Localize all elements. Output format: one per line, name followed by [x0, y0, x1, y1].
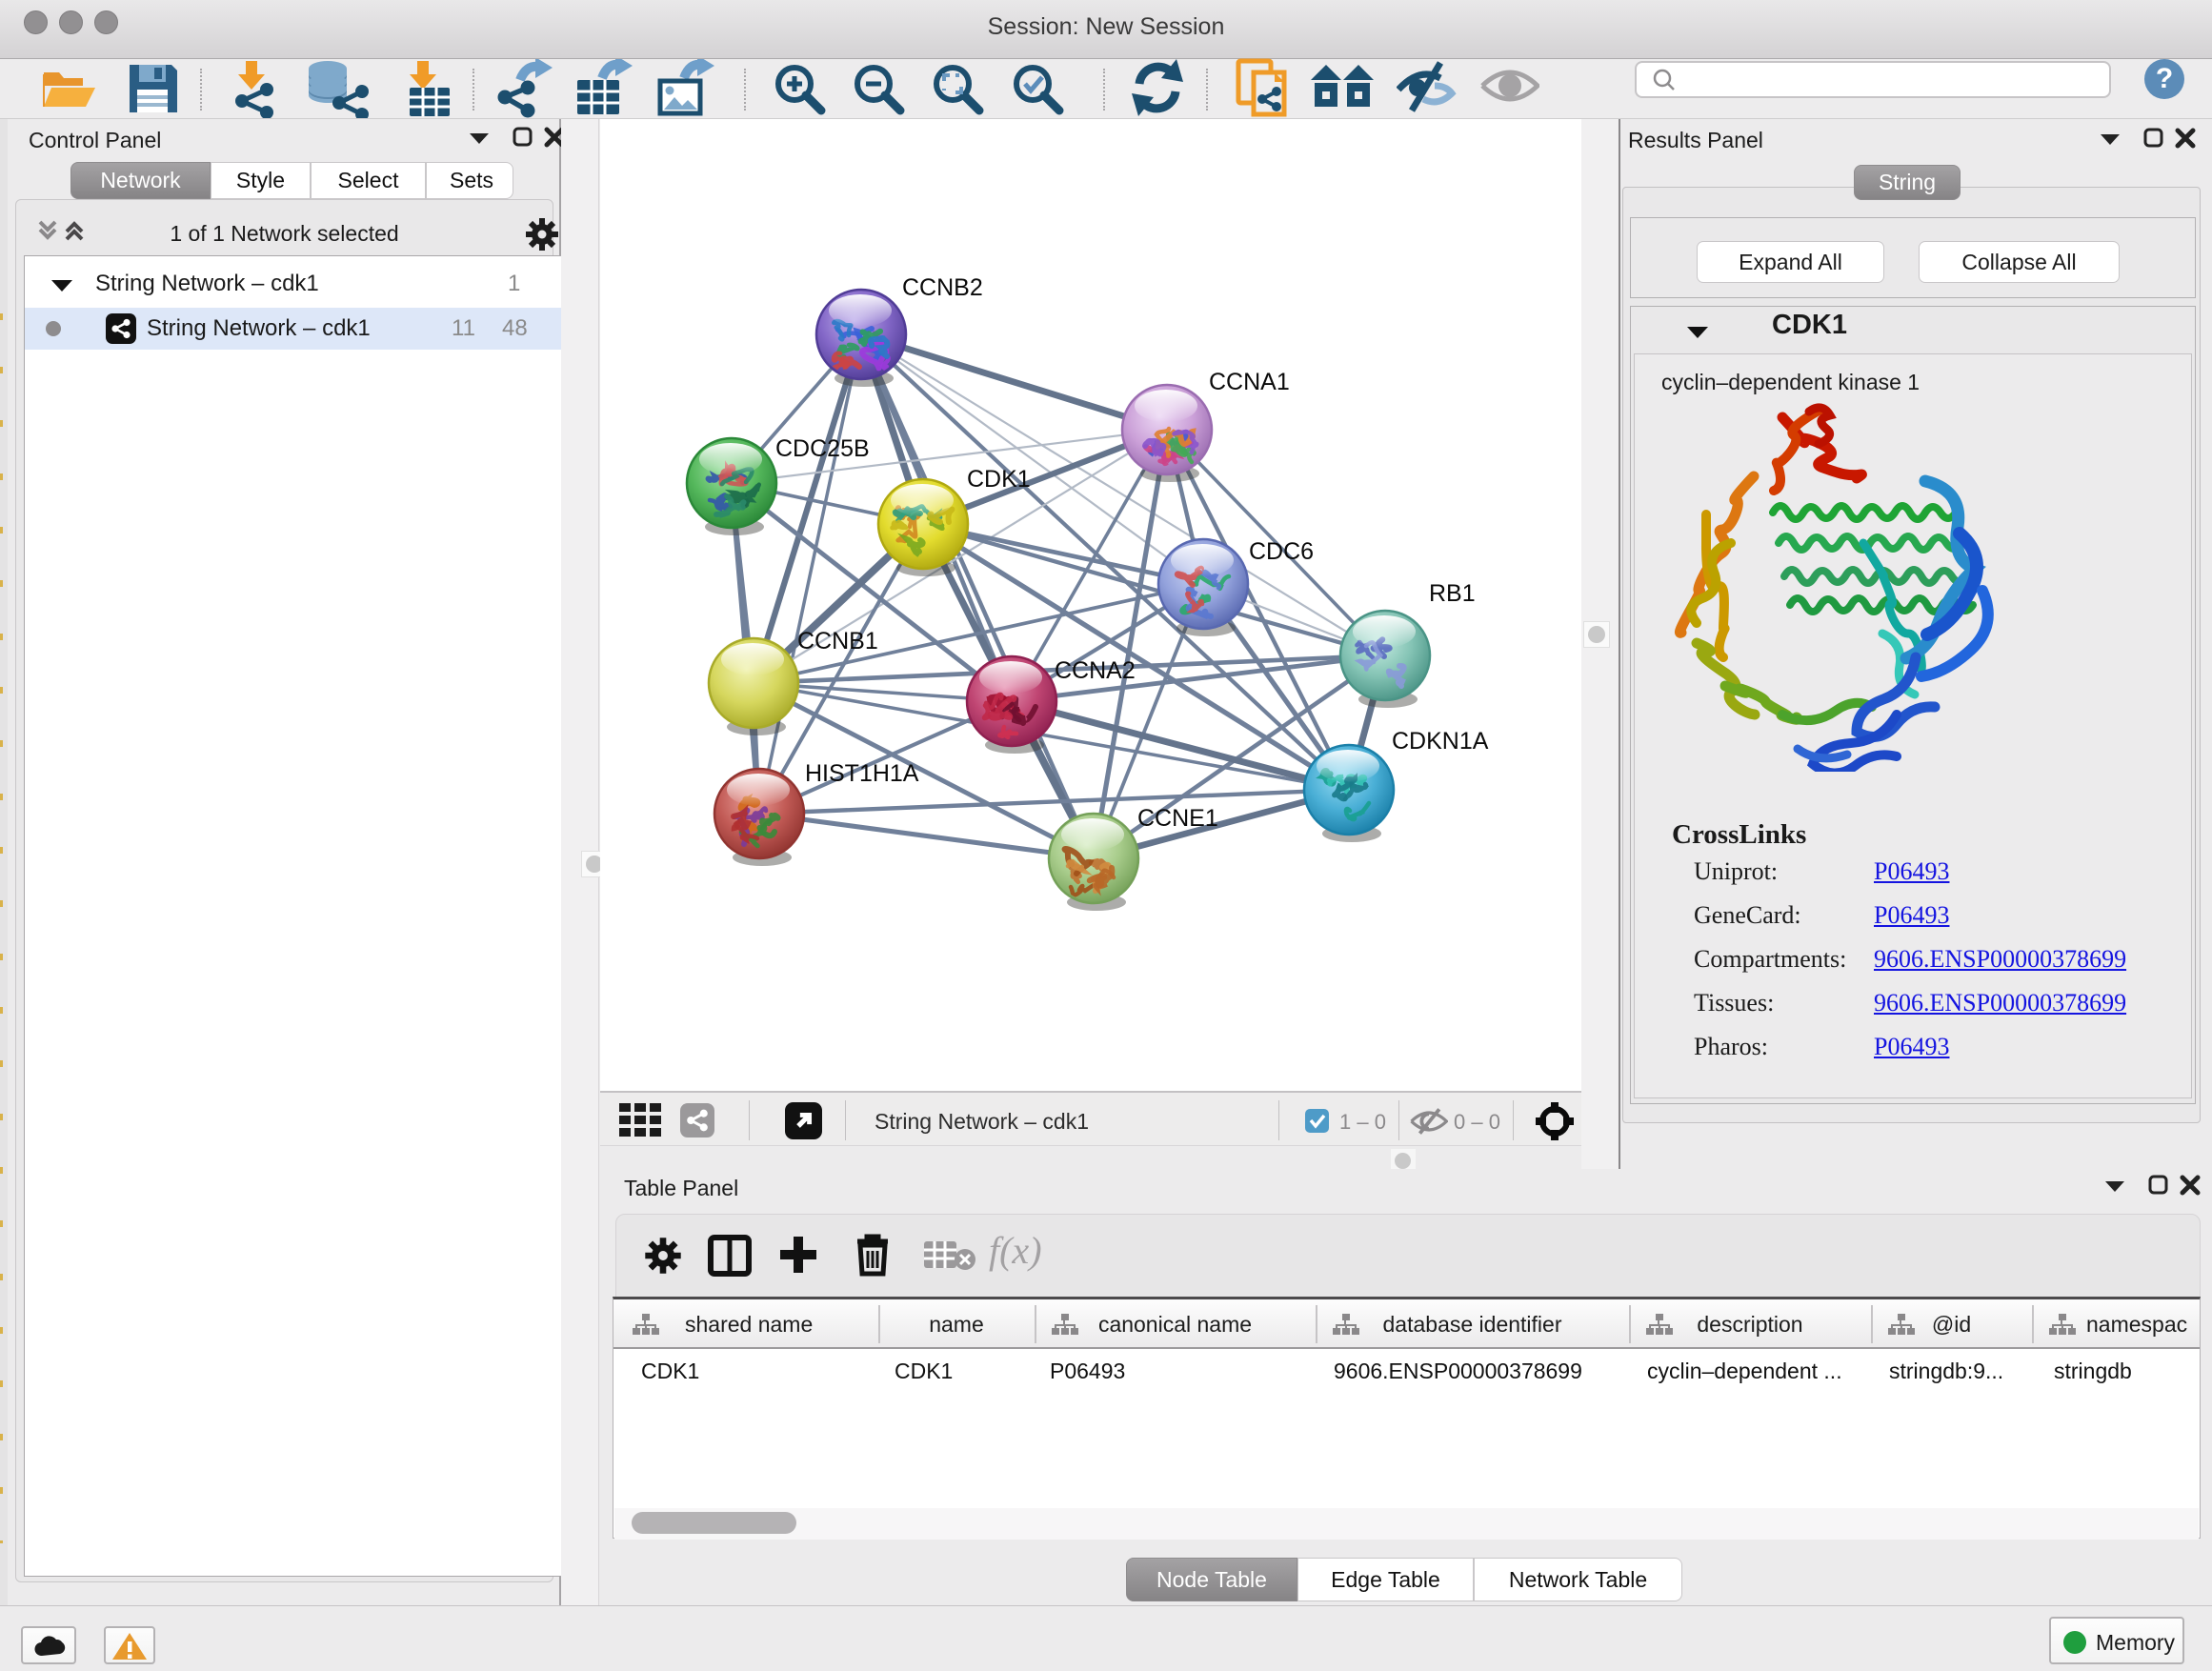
svg-text:RB1: RB1	[1429, 580, 1476, 607]
svg-text:CDC25B: CDC25B	[775, 435, 870, 462]
svg-text:CDK1: CDK1	[967, 466, 1031, 493]
svg-text:CCNA2: CCNA2	[1055, 657, 1136, 684]
svg-text:CCNA1: CCNA1	[1209, 369, 1290, 395]
svg-text:CCNB2: CCNB2	[902, 274, 983, 301]
svg-text:CCNB1: CCNB1	[797, 628, 878, 654]
svg-text:CCNE1: CCNE1	[1137, 805, 1218, 832]
svg-text:CDKN1A: CDKN1A	[1392, 728, 1489, 755]
svg-text:CDC6: CDC6	[1249, 538, 1314, 565]
svg-text:HIST1H1A: HIST1H1A	[805, 760, 919, 787]
